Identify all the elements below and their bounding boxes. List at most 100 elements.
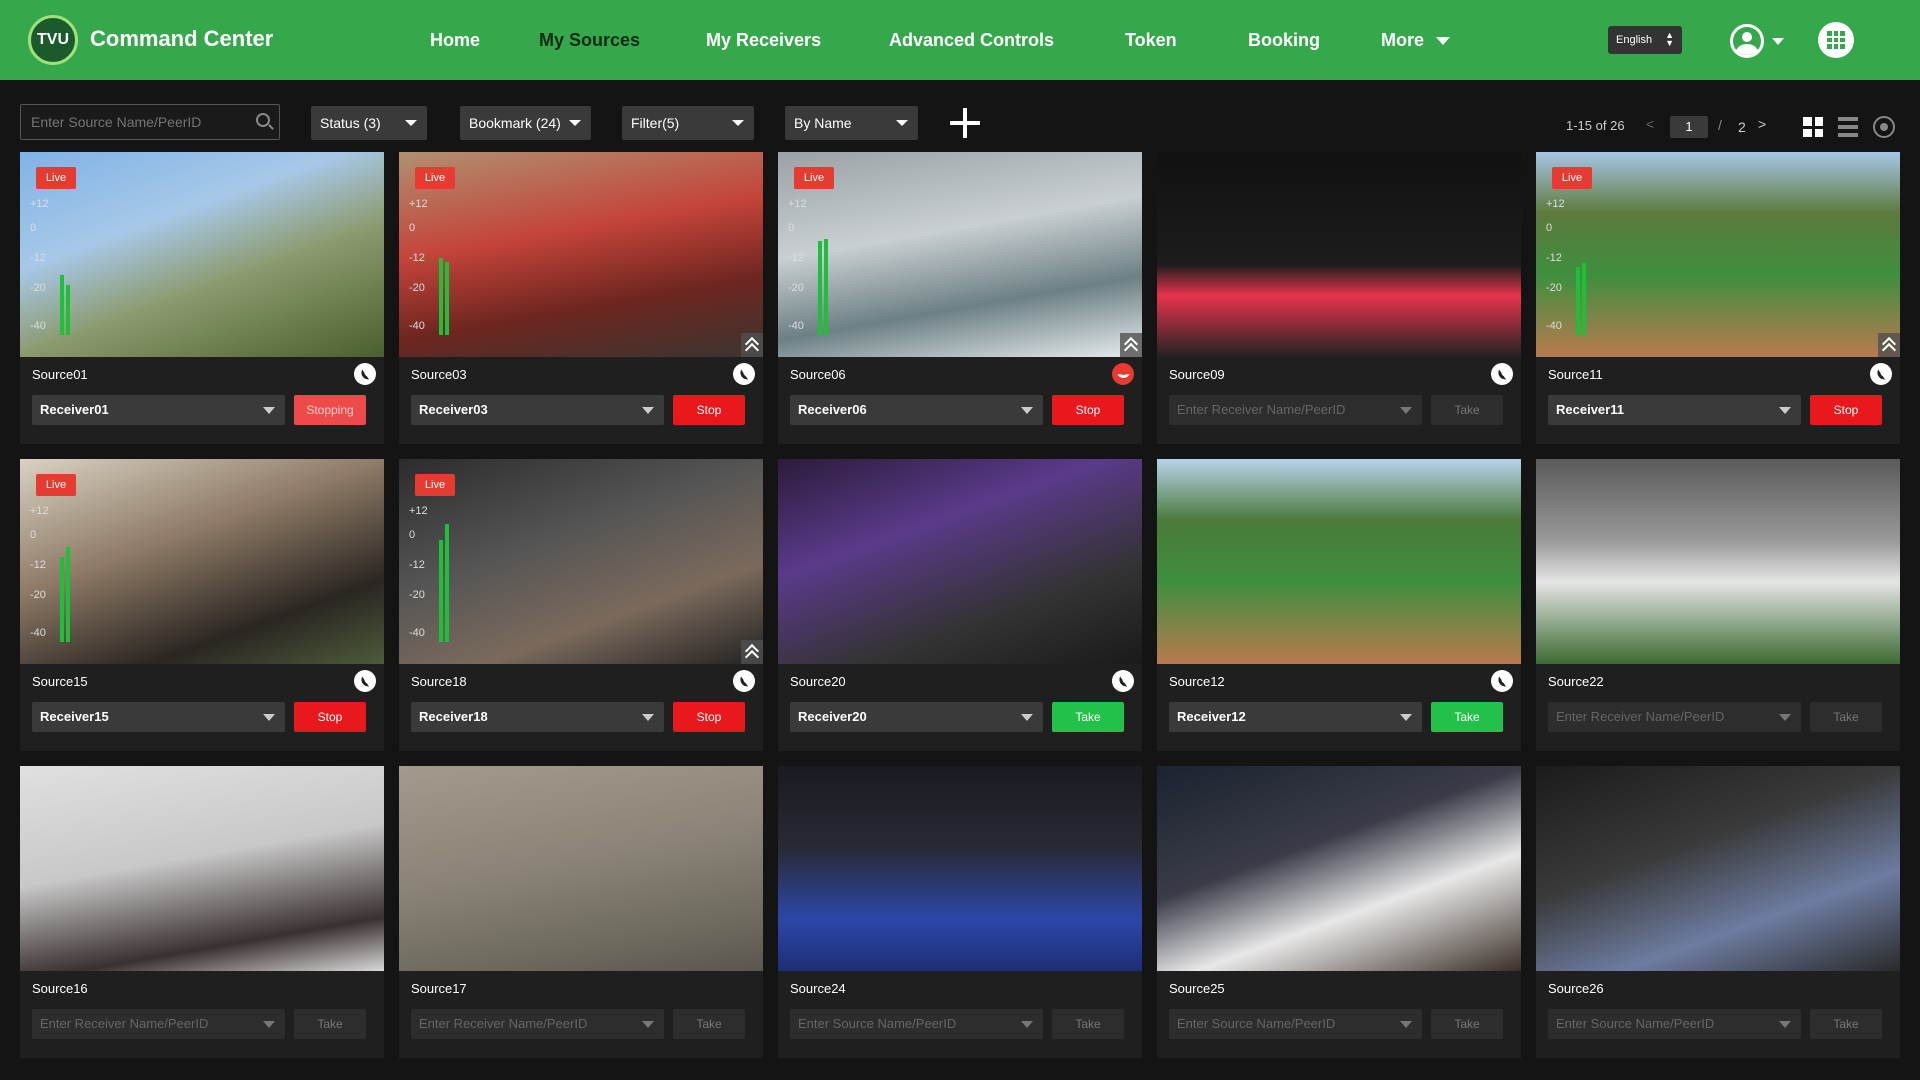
source-card[interactable]: Source26 Enter Source Name/PeerID Take [1536,766,1900,1058]
source-preview-thumbnail[interactable]: Live +12 0 -12 -20 -40 [399,152,763,357]
map-view-icon[interactable] [1873,116,1895,138]
nav-token[interactable]: Token [1125,30,1177,51]
source-card[interactable]: Live +12 0 -12 -20 -40 Source03 Receiver03 Stop [399,152,763,444]
list-view-icon[interactable] [1838,117,1858,137]
receiver-select[interactable]: Enter Source Name/PeerID [790,1009,1043,1039]
source-preview-thumbnail[interactable]: Live +12 0 -12 -20 -40 [399,459,763,664]
receiver-select[interactable]: Receiver03 [411,395,664,425]
source-preview-thumbnail[interactable] [1157,152,1521,357]
receiver-select[interactable]: Receiver01 [32,395,285,425]
source-preview-thumbnail[interactable] [1536,459,1900,664]
search-icon[interactable] [256,113,270,127]
receiver-select[interactable]: Enter Receiver Name/PeerID [1548,702,1801,732]
add-source-plus-icon[interactable] [948,106,982,140]
source-card[interactable]: Live +12 0 -12 -20 -40 Source18 Receiver18 Stop [399,459,763,751]
stop-button[interactable]: Stop [1810,395,1882,425]
source-preview-thumbnail[interactable]: Live +12 0 -12 -20 -40 [778,152,1142,357]
take-button[interactable]: Take [1810,1009,1882,1039]
source-preview-thumbnail[interactable]: Live +12 0 -12 -20 -40 [20,459,384,664]
phone-icon[interactable] [1491,363,1513,385]
take-button[interactable]: Take [1431,1009,1503,1039]
nav-booking[interactable]: Booking [1248,30,1320,51]
expand-up-icon[interactable] [1878,333,1900,357]
source-card[interactable]: Source17 Enter Receiver Name/PeerID Take [399,766,763,1058]
expand-up-icon[interactable] [741,333,763,357]
nav-home[interactable]: Home [430,30,480,51]
app-grid-icon[interactable] [1818,22,1854,58]
take-button[interactable]: Take [1431,395,1503,425]
nav-advanced-controls[interactable]: Advanced Controls [889,30,1054,51]
stop-button[interactable]: Stop [294,702,366,732]
phone-icon[interactable] [1112,670,1134,692]
prev-page-icon[interactable]: < [1646,116,1654,132]
next-page-icon[interactable]: > [1758,116,1766,132]
receiver-select[interactable]: Receiver11 [1548,395,1801,425]
source-card[interactable]: Source22 Enter Receiver Name/PeerID Take [1536,459,1900,751]
user-menu-caret-icon[interactable] [1772,38,1784,45]
nav-more[interactable]: More [1381,30,1451,51]
take-button[interactable]: Take [1810,702,1882,732]
receiver-select[interactable]: Receiver20 [790,702,1043,732]
source-preview-thumbnail[interactable] [1536,766,1900,971]
phone-icon[interactable] [354,363,376,385]
receiver-select[interactable]: Enter Source Name/PeerID [1169,1009,1422,1039]
stop-button[interactable]: Stop [1052,395,1124,425]
nav-my-receivers[interactable]: My Receivers [706,30,821,51]
receiver-select[interactable]: Enter Receiver Name/PeerID [32,1009,285,1039]
take-button[interactable]: Take [1052,702,1124,732]
take-button[interactable]: Take [1052,1009,1124,1039]
receiver-select[interactable]: Receiver12 [1169,702,1422,732]
take-button[interactable]: Take [673,1009,745,1039]
hangup-phone-icon[interactable] [1112,363,1134,385]
language-select[interactable]: English ▲ ▼ [1608,26,1682,54]
source-preview-thumbnail[interactable]: Live +12 0 -12 -20 -40 [1536,152,1900,357]
source-card[interactable]: Source12 Receiver12 Take [1157,459,1521,751]
stopping-button[interactable]: Stopping [294,395,366,425]
source-card[interactable]: Source25 Enter Source Name/PeerID Take [1157,766,1521,1058]
source-preview-thumbnail[interactable] [778,766,1142,971]
source-search-input[interactable] [20,104,280,140]
receiver-select[interactable]: Enter Receiver Name/PeerID [411,1009,664,1039]
filter-dropdown[interactable]: Filter(5) [622,106,754,140]
user-avatar-icon[interactable] [1730,24,1764,58]
page-number-input[interactable]: 1 [1670,116,1708,138]
bookmark-dropdown[interactable]: Bookmark (24) [460,106,591,140]
grid-view-icon[interactable] [1803,117,1823,137]
receiver-select[interactable]: Receiver18 [411,702,664,732]
phone-icon[interactable] [733,670,755,692]
receiver-select[interactable]: Enter Receiver Name/PeerID [1169,395,1422,425]
phone-icon[interactable] [1870,363,1892,385]
source-preview-thumbnail[interactable] [399,766,763,971]
status-dropdown[interactable]: Status (3) [311,106,427,140]
source-card[interactable]: Source16 Enter Receiver Name/PeerID Take [20,766,384,1058]
nav-my-sources[interactable]: My Sources [539,30,640,51]
source-card[interactable]: Live +12 0 -12 -20 -40 Source11 Receiver11 Stop [1536,152,1900,444]
source-card[interactable]: Live +12 0 -12 -20 -40 Source06 Receiver06 Stop [778,152,1142,444]
source-card[interactable]: Live +12 0 -12 -20 -40 Source01 Receiver01 Stopp… [20,152,384,444]
tvu-logo[interactable]: TVU [28,15,78,65]
meter-label: -40 [30,627,46,639]
take-button[interactable]: Take [294,1009,366,1039]
phone-icon[interactable] [1491,670,1513,692]
receiver-select[interactable]: Enter Source Name/PeerID [1548,1009,1801,1039]
source-card[interactable]: Source09 Enter Receiver Name/PeerID Take [1157,152,1521,444]
receiver-select[interactable]: Receiver15 [32,702,285,732]
receiver-select[interactable]: Receiver06 [790,395,1043,425]
stop-button[interactable]: Stop [673,702,745,732]
sort-dropdown[interactable]: By Name [785,106,918,140]
phone-icon[interactable] [733,363,755,385]
expand-up-icon[interactable] [741,640,763,664]
source-preview-thumbnail[interactable] [1157,766,1521,971]
take-button[interactable]: Take [1431,702,1503,732]
meter-label: 0 [30,529,37,541]
source-card[interactable]: Source24 Enter Source Name/PeerID Take [778,766,1142,1058]
source-preview-thumbnail[interactable]: Live +12 0 -12 -20 -40 [20,152,384,357]
source-preview-thumbnail[interactable] [20,766,384,971]
expand-up-icon[interactable] [1120,333,1142,357]
source-preview-thumbnail[interactable] [778,459,1142,664]
source-preview-thumbnail[interactable] [1157,459,1521,664]
stop-button[interactable]: Stop [673,395,745,425]
source-card[interactable]: Source20 Receiver20 Take [778,459,1142,751]
phone-icon[interactable] [354,670,376,692]
source-card[interactable]: Live +12 0 -12 -20 -40 Source15 Receiver15 Stop [20,459,384,751]
